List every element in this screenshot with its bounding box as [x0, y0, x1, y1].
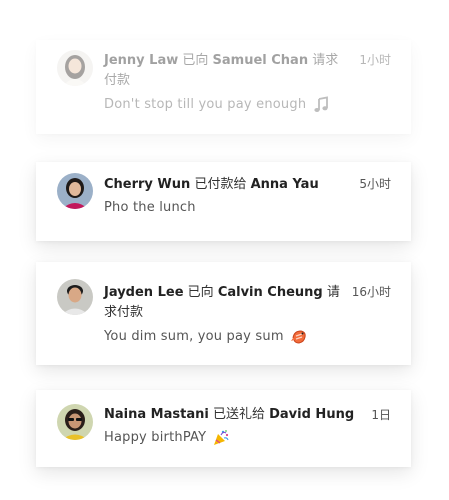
party-popper-icon — [212, 429, 230, 447]
music-note-icon — [312, 95, 330, 114]
payment-note: You dim sum, you pay sum — [104, 327, 308, 347]
payment-note: Happy birthPAY — [104, 428, 230, 448]
avatar[interactable] — [57, 173, 93, 209]
timestamp: 5小时 — [359, 177, 391, 191]
feed-item[interactable]: Cherry Wun 已付款给 Anna Yau 5小时 Pho the lun… — [36, 162, 411, 241]
timestamp: 1日 — [371, 408, 391, 422]
feed-item[interactable]: Jenny Law 已向 Samuel Chan 请求付款 1小时 Don't … — [36, 40, 411, 134]
actor-name[interactable]: Cherry Wun — [104, 177, 190, 192]
actor-name[interactable]: Jayden Lee — [104, 285, 184, 300]
target-name[interactable]: Samuel Chan — [213, 53, 309, 68]
feed-item[interactable]: Naina Mastani 已送礼给 David Hung 1日 Happy b… — [36, 390, 411, 467]
note-text: Pho the lunch — [104, 200, 196, 215]
timestamp: 1小时 — [359, 53, 391, 67]
action-verb: 已付款给 — [194, 177, 247, 192]
target-name[interactable]: Anna Yau — [251, 177, 319, 192]
note-text: Happy birthPAY — [104, 430, 207, 445]
payment-note: Don't stop till you pay enough — [104, 95, 330, 115]
action-verb: 已向 — [182, 53, 209, 68]
actor-name[interactable]: Jenny Law — [104, 53, 178, 68]
action-verb: 已送礼给 — [212, 407, 265, 422]
target-name[interactable]: David Hung — [269, 407, 354, 422]
avatar[interactable] — [57, 279, 93, 315]
target-name[interactable]: Calvin Cheung — [218, 285, 323, 300]
timestamp: 16小时 — [351, 285, 391, 299]
note-text: Don't stop till you pay enough — [104, 97, 307, 112]
avatar[interactable] — [57, 404, 93, 440]
actor-name[interactable]: Naina Mastani — [104, 407, 209, 422]
avatar[interactable] — [57, 50, 93, 86]
action-verb: 已向 — [187, 285, 214, 300]
feed-headline: Jenny Law 已向 Samuel Chan 请求付款 — [104, 51, 344, 91]
feed-headline: Cherry Wun 已付款给 Anna Yau — [104, 175, 354, 195]
payment-feed: Jenny Law 已向 Samuel Chan 请求付款 1小时 Don't … — [0, 0, 449, 500]
feed-item[interactable]: Jayden Lee 已向 Calvin Cheung 请求付款 16小时 Yo… — [36, 262, 411, 365]
note-text: You dim sum, you pay sum — [104, 329, 284, 344]
feed-headline: Jayden Lee 已向 Calvin Cheung 请求付款 — [104, 283, 344, 323]
shrimp-icon — [290, 328, 308, 346]
feed-headline: Naina Mastani 已送礼给 David Hung — [104, 405, 364, 425]
payment-note: Pho the lunch — [104, 198, 196, 218]
